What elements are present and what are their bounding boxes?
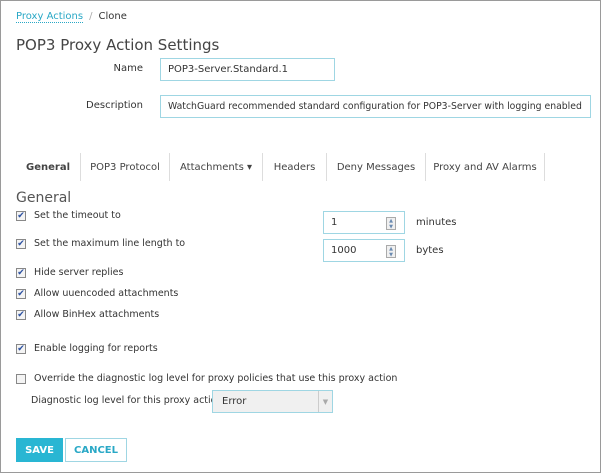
breadcrumb-separator: /: [89, 11, 93, 22]
description-input[interactable]: WatchGuard recommended standard configur…: [160, 95, 591, 118]
log-level-select[interactable]: Error ▼: [212, 390, 333, 413]
tab-attachments-dropdown[interactable]: Attachments ▾: [170, 153, 262, 181]
timeout-checkbox-row[interactable]: ✔ Set the timeout to: [16, 210, 121, 221]
cancel-button[interactable]: CANCEL: [65, 438, 127, 462]
log-level-value: Error: [222, 396, 247, 407]
max-line-stepper[interactable]: 1000 ▲ ▼: [323, 239, 405, 262]
binhex-label: Allow BinHex attachments: [34, 309, 160, 320]
section-title: General: [16, 190, 72, 206]
tab-proxy-av-alarms[interactable]: Proxy and AV Alarms: [426, 153, 544, 181]
checkbox-checked-icon[interactable]: ✔: [16, 343, 26, 354]
name-input[interactable]: POP3-Server.Standard.1: [160, 58, 335, 81]
max-line-unit: bytes: [416, 245, 444, 256]
tab-general[interactable]: General: [16, 153, 80, 181]
binhex-checkbox-row[interactable]: ✔ Allow BinHex attachments: [16, 309, 159, 320]
timeout-stepper[interactable]: 1 ▲ ▼: [323, 211, 405, 234]
proxy-action-settings-page: Proxy Actions / Clone POP3 Proxy Action Se…: [0, 0, 601, 473]
checkbox-checked-icon[interactable]: ✔: [16, 309, 26, 320]
breadcrumb: Proxy Actions / Clone: [16, 11, 127, 23]
logging-label: Enable logging for reports: [34, 343, 158, 354]
checkbox-checked-icon[interactable]: ✔: [16, 267, 26, 278]
log-level-label: Diagnostic log level for this proxy acti…: [31, 395, 223, 406]
override-log-checkbox-row[interactable]: Override the diagnostic log level for pr…: [16, 373, 397, 384]
tab-headers[interactable]: Headers: [263, 153, 326, 181]
save-button[interactable]: SAVE: [16, 438, 63, 462]
timeout-label: Set the timeout to: [34, 210, 121, 221]
checkbox-checked-icon[interactable]: ✔: [16, 238, 26, 249]
logging-checkbox-row[interactable]: ✔ Enable logging for reports: [16, 343, 158, 354]
hide-replies-label: Hide server replies: [34, 267, 124, 278]
override-log-label: Override the diagnostic log level for pr…: [34, 373, 398, 384]
tab-pop3-protocol[interactable]: POP3 Protocol: [81, 153, 169, 181]
timeout-value: 1: [331, 217, 338, 228]
spinner-arrows-icon[interactable]: ▲ ▼: [386, 245, 396, 258]
uuencoded-checkbox-row[interactable]: ✔ Allow uuencoded attachments: [16, 288, 178, 299]
name-label: Name: [113, 63, 143, 74]
timeout-unit: minutes: [416, 217, 457, 228]
spinner-arrows-icon[interactable]: ▲ ▼: [386, 217, 396, 230]
uuencoded-label: Allow uuencoded attachments: [34, 288, 179, 299]
description-label: Description: [86, 100, 143, 111]
chevron-down-icon[interactable]: ▼: [318, 391, 332, 412]
checkbox-unchecked-icon[interactable]: [16, 373, 26, 384]
tab-deny-messages[interactable]: Deny Messages: [327, 153, 425, 181]
breadcrumb-proxy-actions-link[interactable]: Proxy Actions: [16, 11, 84, 23]
breadcrumb-current: Clone: [98, 11, 127, 22]
page-title: POP3 Proxy Action Settings: [16, 36, 220, 54]
max-line-value: 1000: [331, 245, 357, 256]
checkbox-checked-icon[interactable]: ✔: [16, 288, 26, 299]
checkbox-checked-icon[interactable]: ✔: [16, 210, 26, 221]
max-line-checkbox-row[interactable]: ✔ Set the maximum line length to: [16, 238, 185, 249]
max-line-label: Set the maximum line length to: [34, 238, 186, 249]
tab-divider: [544, 153, 545, 181]
hide-replies-checkbox-row[interactable]: ✔ Hide server replies: [16, 267, 123, 278]
